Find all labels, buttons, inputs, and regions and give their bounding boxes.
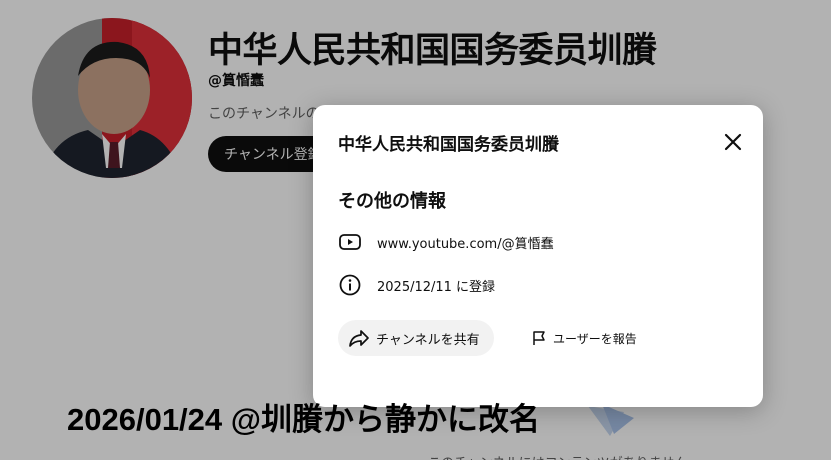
youtube-icon [338,230,362,254]
about-dialog: 中华人民共和国国务委员圳賸 その他の情報 www.youtube.com/@篔惛… [313,105,763,407]
channel-url-row[interactable]: www.youtube.com/@篔惛蠢 [338,230,554,254]
report-user-button[interactable]: ユーザーを報告 [525,320,643,356]
section-title-more-info: その他の情報 [338,191,446,212]
joined-date-row: 2025/12/11 に登録 [338,273,495,297]
channel-url[interactable]: www.youtube.com/@篔惛蠢 [377,233,554,252]
share-channel-button[interactable]: チャンネルを共有 [338,320,494,356]
share-channel-label: チャンネルを共有 [376,331,480,347]
joined-date: 2025/12/11 に登録 [377,279,496,295]
flag-icon [531,330,547,346]
close-button[interactable] [715,127,751,157]
caption-overlay: 2026/01/24 @圳賸から静かに改名 [67,402,540,437]
dialog-title: 中华人民共和国国务委员圳賸 [338,135,559,155]
close-icon [724,133,742,151]
share-icon [348,327,370,349]
report-user-label: ユーザーを報告 [553,331,637,346]
info-icon [338,273,362,297]
